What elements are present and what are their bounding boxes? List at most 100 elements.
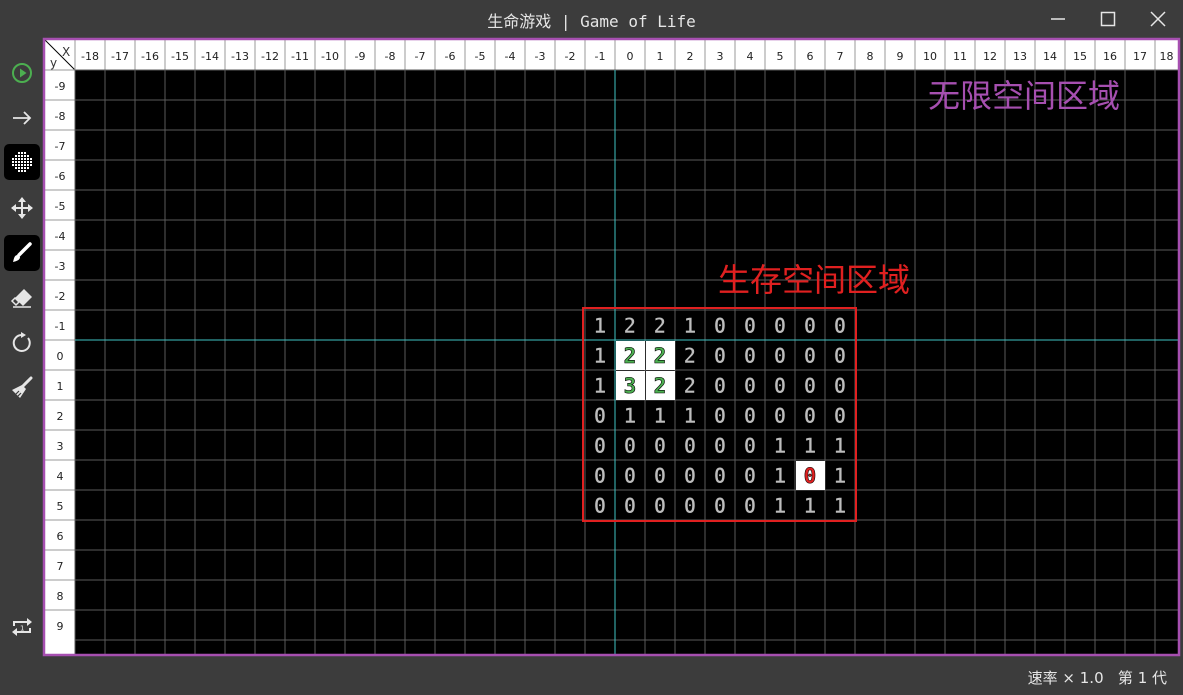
neighbor-count: 0 <box>834 374 847 398</box>
neighbor-count: 0 <box>714 434 727 458</box>
x-tick-label: 5 <box>777 50 784 63</box>
y-tick-label: -8 <box>55 110 66 123</box>
x-tick-label: -15 <box>171 50 189 63</box>
neighbor-count: 1 <box>654 404 667 428</box>
neighbor-count: 0 <box>774 314 787 338</box>
x-tick-label: 15 <box>1073 50 1087 63</box>
neighbor-count: 2 <box>654 344 667 368</box>
neighbor-count: 0 <box>774 344 787 368</box>
neighbor-count: 0 <box>744 404 757 428</box>
neighbor-count: 2 <box>654 374 667 398</box>
x-tick-label: 10 <box>923 50 937 63</box>
neighbor-count: 1 <box>594 314 607 338</box>
y-tick-label: -4 <box>55 230 66 243</box>
neighbor-count: 0 <box>774 404 787 428</box>
x-tick-label: -16 <box>141 50 159 63</box>
board-background <box>45 40 1178 655</box>
y-tick-label: -9 <box>55 80 66 93</box>
neighbor-count: 1 <box>804 494 817 518</box>
y-tick-label: 5 <box>57 500 64 513</box>
neighbor-count: 2 <box>654 314 667 338</box>
x-tick-label: 4 <box>747 50 754 63</box>
neighbor-count: 0 <box>714 374 727 398</box>
neighbor-count: 0 <box>804 404 817 428</box>
neighbor-count: 1 <box>594 374 607 398</box>
y-tick-label: 4 <box>57 470 64 483</box>
y-tick-label: -5 <box>55 200 66 213</box>
x-tick-label: -5 <box>475 50 486 63</box>
neighbor-count: 0 <box>714 464 727 488</box>
game-board[interactable]: X y -18 -17 -16 -15 -14 -13 -12 -11 -10 -9 -8 -7 -6-… <box>0 0 1183 657</box>
y-tick-label: 7 <box>57 560 64 573</box>
x-tick-label: -17 <box>111 50 129 63</box>
x-tick-label: 11 <box>953 50 967 63</box>
neighbor-count: 0 <box>624 464 637 488</box>
neighbor-count: 0 <box>654 434 667 458</box>
x-tick-label: -8 <box>385 50 396 63</box>
neighbor-count: 0 <box>714 404 727 428</box>
x-tick-label: 7 <box>837 50 844 63</box>
y-tick-label: 6 <box>57 530 64 543</box>
corner-y-label: y <box>50 56 57 70</box>
neighbor-count: 0 <box>804 374 817 398</box>
y-tick-label: -2 <box>55 290 66 303</box>
y-tick-label: 2 <box>57 410 64 423</box>
neighbor-count: 0 <box>684 494 697 518</box>
neighbor-count: 1 <box>684 404 697 428</box>
infinite-space-label: 无限空间区域 <box>928 77 1120 115</box>
y-tick-label: 9 <box>57 620 64 633</box>
neighbor-count: 0 <box>714 494 727 518</box>
y-tick-label: 8 <box>57 590 64 603</box>
neighbor-count: 0 <box>804 344 817 368</box>
x-tick-label: -12 <box>261 50 279 63</box>
y-tick-label: 3 <box>57 440 64 453</box>
neighbor-count: 0 <box>744 314 757 338</box>
neighbor-count: 0 <box>594 404 607 428</box>
neighbor-count: 1 <box>774 464 787 488</box>
x-tick-label: -7 <box>415 50 426 63</box>
neighbor-count: 0 <box>834 314 847 338</box>
neighbor-count: 0 <box>804 314 817 338</box>
x-tick-label: 2 <box>687 50 694 63</box>
x-tick-label: -13 <box>231 50 249 63</box>
neighbor-count: 0 <box>804 464 817 488</box>
neighbor-counts: 1 2 2 1 0 0 0 0 01 2 2 2 0 0 0 0 01 3 2 2 0 0 0 0 00 1 1 1 0 0 0 0 00 0 0 0… <box>593 314 847 519</box>
status-bar: 速率 × 1.0 第 1 代 <box>0 657 1183 695</box>
neighbor-count: 0 <box>594 464 607 488</box>
neighbor-count: 1 <box>774 434 787 458</box>
x-tick-label: -9 <box>355 50 366 63</box>
y-tick-label: -7 <box>55 140 66 153</box>
neighbor-count: 3 <box>624 374 637 398</box>
neighbor-count: 0 <box>594 434 607 458</box>
x-tick-label: 12 <box>983 50 997 63</box>
neighbor-count: 0 <box>714 344 727 368</box>
neighbor-count: 0 <box>744 434 757 458</box>
neighbor-count: 0 <box>744 494 757 518</box>
living-space-label: 生存空间区域 <box>718 261 910 299</box>
x-tick-label: 17 <box>1133 50 1147 63</box>
neighbor-count: 2 <box>624 314 637 338</box>
x-tick-label: 18 <box>1160 50 1174 63</box>
x-tick-label: -1 <box>595 50 606 63</box>
y-tick-label: -3 <box>55 260 66 273</box>
neighbor-count: 0 <box>714 314 727 338</box>
x-tick-label: -6 <box>445 50 456 63</box>
x-tick-label: 0 <box>627 50 634 63</box>
x-tick-label: 13 <box>1013 50 1027 63</box>
x-axis-header: -18 -17 -16 -15 -14 -13 -12 -11 -10 -9 -8 -7 -6 -5 -4-… <box>74 40 1178 70</box>
x-tick-label: -3 <box>535 50 546 63</box>
x-tick-label: -2 <box>565 50 576 63</box>
neighbor-count: 2 <box>624 344 637 368</box>
x-tick-label: -14 <box>201 50 219 63</box>
neighbor-count: 0 <box>774 374 787 398</box>
x-tick-label: 6 <box>807 50 814 63</box>
y-tick-label: 1 <box>57 380 64 393</box>
neighbor-count: 0 <box>834 344 847 368</box>
y-tick-label: -6 <box>55 170 66 183</box>
neighbor-count: 2 <box>684 374 697 398</box>
status-text: 速率 × 1.0 第 1 代 <box>1027 669 1167 687</box>
neighbor-count: 1 <box>804 434 817 458</box>
neighbor-count: 0 <box>684 464 697 488</box>
neighbor-count: 1 <box>684 314 697 338</box>
x-tick-label: -11 <box>291 50 309 63</box>
